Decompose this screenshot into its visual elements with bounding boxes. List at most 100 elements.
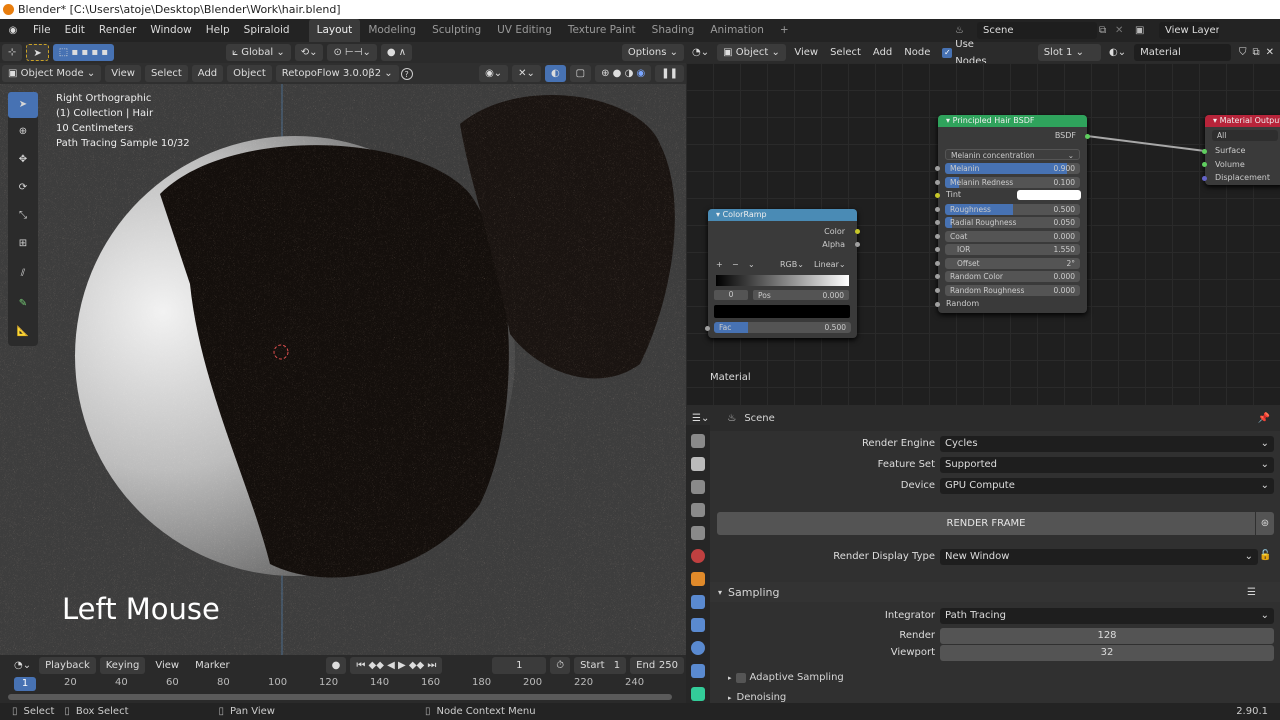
help-icon[interactable]: ? (400, 67, 413, 80)
duplicate-material-icon[interactable]: ⧉ (1252, 47, 1259, 58)
color-gradient-bar[interactable] (716, 275, 849, 286)
node-menu-add[interactable]: Add (867, 44, 898, 61)
fake-user-icon[interactable]: ⛉ (1233, 44, 1253, 61)
shading-modes-icon[interactable]: ⊕ ● ◑ ◉ (595, 65, 652, 82)
slot-dropdown[interactable]: Slot 1 ⌄ (1037, 44, 1101, 61)
end-frame-field[interactable]: End 250 (630, 656, 685, 674)
fac-field[interactable]: Fac 0.500 (714, 322, 851, 333)
color-socket[interactable] (855, 229, 860, 234)
tool-tab-icon[interactable] (691, 434, 705, 448)
menu-help[interactable]: Help (199, 19, 237, 42)
scene-icon[interactable]: ♨ (955, 25, 975, 36)
stopwatch-icon[interactable]: ⏱ (550, 656, 571, 674)
hair-bsdf-header[interactable]: ▾ Principled Hair BSDF (938, 115, 1087, 127)
target-dropdown[interactable]: All (1212, 130, 1278, 141)
editor-type-icon[interactable]: ◔⌄ (686, 44, 715, 61)
mode-dropdown[interactable]: ▣ Object Mode ⌄ (2, 65, 102, 82)
device-dropdown[interactable]: GPU Compute ⌄ (940, 478, 1274, 494)
colorramp-node[interactable]: ▾ ColorRamp Color Alpha + − ⌄ RGB⌄ Linea… (705, 209, 860, 338)
xray-icon[interactable]: ▢ (569, 65, 592, 82)
object-tab-icon[interactable] (691, 572, 705, 586)
pin-icon[interactable]: 📌 (1258, 413, 1270, 424)
proportional-edit-icon[interactable]: ● ∧ (380, 44, 413, 61)
node-menu-view[interactable]: View (788, 44, 824, 61)
material-output-header[interactable]: ▾ Material Output (1205, 115, 1280, 127)
transform-pivot-icon[interactable]: ⊹ (2, 44, 23, 61)
stop-index-field[interactable]: 0 (714, 290, 748, 300)
world-tab-icon[interactable] (691, 549, 705, 563)
field-offset[interactable]: Offset 2° (945, 257, 1080, 269)
interpolation-dropdown[interactable]: Linear⌄ (808, 260, 848, 269)
render-display-type-dropdown[interactable]: New Window ⌄ (940, 549, 1258, 565)
timeline-menu-marker[interactable]: Marker (189, 657, 236, 674)
tab-sculpting[interactable]: Sculpting (424, 19, 489, 42)
field-ior[interactable]: IOR 1.550 (945, 244, 1080, 255)
annotate-tool-icon[interactable]: ✎ (8, 290, 38, 318)
render-options-icon[interactable]: ⊛ (1256, 512, 1274, 535)
view-layer-tab-icon[interactable] (691, 503, 705, 517)
modifier-tab-icon[interactable] (691, 595, 705, 609)
field-coat[interactable]: Coat 0.000 (945, 230, 1080, 242)
color-mode-dropdown[interactable]: RGB⌄ (770, 260, 808, 269)
pause-render-icon[interactable]: ❚❚ (655, 65, 684, 82)
input-socket[interactable] (935, 206, 940, 212)
particles-tab-icon[interactable] (691, 618, 705, 632)
denoising-panel[interactable]: ▸ Denoising (728, 692, 786, 703)
volume-socket[interactable] (1202, 162, 1207, 167)
viewport-samples-field[interactable]: 32 (940, 645, 1274, 661)
options-dropdown[interactable]: Options ⌄ (621, 44, 684, 61)
orientation-dropdown[interactable]: ⟀ Global ⌄ (226, 44, 291, 61)
start-frame-field[interactable]: Start 1 (574, 656, 627, 674)
integrator-dropdown[interactable]: Path Tracing ⌄ (940, 608, 1274, 624)
input-socket[interactable] (935, 179, 940, 185)
lock-icon[interactable]: 🔓 (1259, 550, 1271, 561)
fac-socket[interactable] (705, 326, 710, 331)
select-box-tool-icon[interactable]: ➤ (8, 92, 38, 118)
adaptive-sampling-panel[interactable]: ▸ Adaptive Sampling (728, 672, 844, 683)
output-tab-icon[interactable] (691, 480, 705, 494)
render-frame-button[interactable]: RENDER FRAME (717, 512, 1255, 535)
render-samples-field[interactable]: 128 (940, 628, 1274, 644)
shader-type-dropdown[interactable]: ▣ Object ⌄ (717, 44, 787, 61)
viewport-menu-add[interactable]: Add (191, 65, 224, 82)
viewport-menu-object[interactable]: Object (227, 65, 272, 82)
blender-menu-icon[interactable]: ◉ (0, 25, 26, 36)
input-socket[interactable] (935, 274, 940, 279)
ramp-menu-icon[interactable]: ⌄ (748, 260, 770, 269)
rotate-tool-icon[interactable]: ⟳ (8, 174, 38, 202)
field-random-color[interactable]: Random Color 0.000 (945, 271, 1080, 282)
add-stop-icon[interactable]: + (716, 260, 732, 269)
field-melanin-redness[interactable]: Melanin Redness 0.100 (945, 176, 1080, 188)
viewport-menu-select[interactable]: Select (144, 65, 188, 82)
constraints-tab-icon[interactable] (691, 664, 705, 678)
record-button[interactable]: ● (325, 656, 347, 674)
viewport-menu-view[interactable]: View (105, 65, 141, 82)
field-random-roughness[interactable]: Random Roughness 0.000 (945, 284, 1080, 296)
3d-viewport[interactable]: Right Orthographic (1) Collection | Hair… (0, 84, 686, 655)
node-editor-canvas[interactable]: Material ▾ ColorRamp Color Alpha + − ⌄ R… (686, 63, 1280, 405)
transform-tool-icon[interactable]: ⊞ (8, 230, 38, 258)
overlay-icon[interactable]: ◐ (544, 65, 566, 82)
node-menu-select[interactable]: Select (824, 44, 867, 61)
field-melanin[interactable]: Melanin 0.900 (945, 163, 1080, 174)
delete-scene-icon[interactable]: ✕ (1115, 25, 1135, 36)
editor-type-icon[interactable]: ◔⌄ (8, 657, 37, 674)
remove-stop-icon[interactable]: − (732, 260, 748, 269)
current-frame-field[interactable]: 1 (492, 656, 547, 674)
tab-shading[interactable]: Shading (644, 19, 703, 42)
pivot-point-icon[interactable]: ⟲⌄ (294, 44, 324, 61)
retopoflow-menu[interactable]: RetopoFlow 3.0.0β2 ⌄ (275, 65, 399, 82)
input-socket[interactable] (935, 247, 940, 252)
material-name-field[interactable]: Material (1134, 44, 1231, 61)
render-engine-dropdown[interactable]: Cycles ⌄ (940, 436, 1274, 452)
scene-tab-icon[interactable] (691, 526, 705, 540)
tab-uv-editing[interactable]: UV Editing (489, 19, 560, 42)
data-tab-icon[interactable] (691, 687, 705, 701)
input-socket[interactable] (935, 220, 940, 225)
menu-spiraloid[interactable]: Spiraloid (237, 19, 297, 42)
unlink-material-icon[interactable]: ✕ (1260, 44, 1280, 61)
node-menu-node[interactable]: Node (898, 44, 936, 61)
playback-controls[interactable]: ⏮ ◆◆ ◀ ▶ ◆◆ ⏭ (350, 656, 443, 674)
parametrization-dropdown[interactable]: Melanin concentration ⌄ (945, 149, 1080, 160)
menu-window[interactable]: Window (143, 19, 198, 42)
